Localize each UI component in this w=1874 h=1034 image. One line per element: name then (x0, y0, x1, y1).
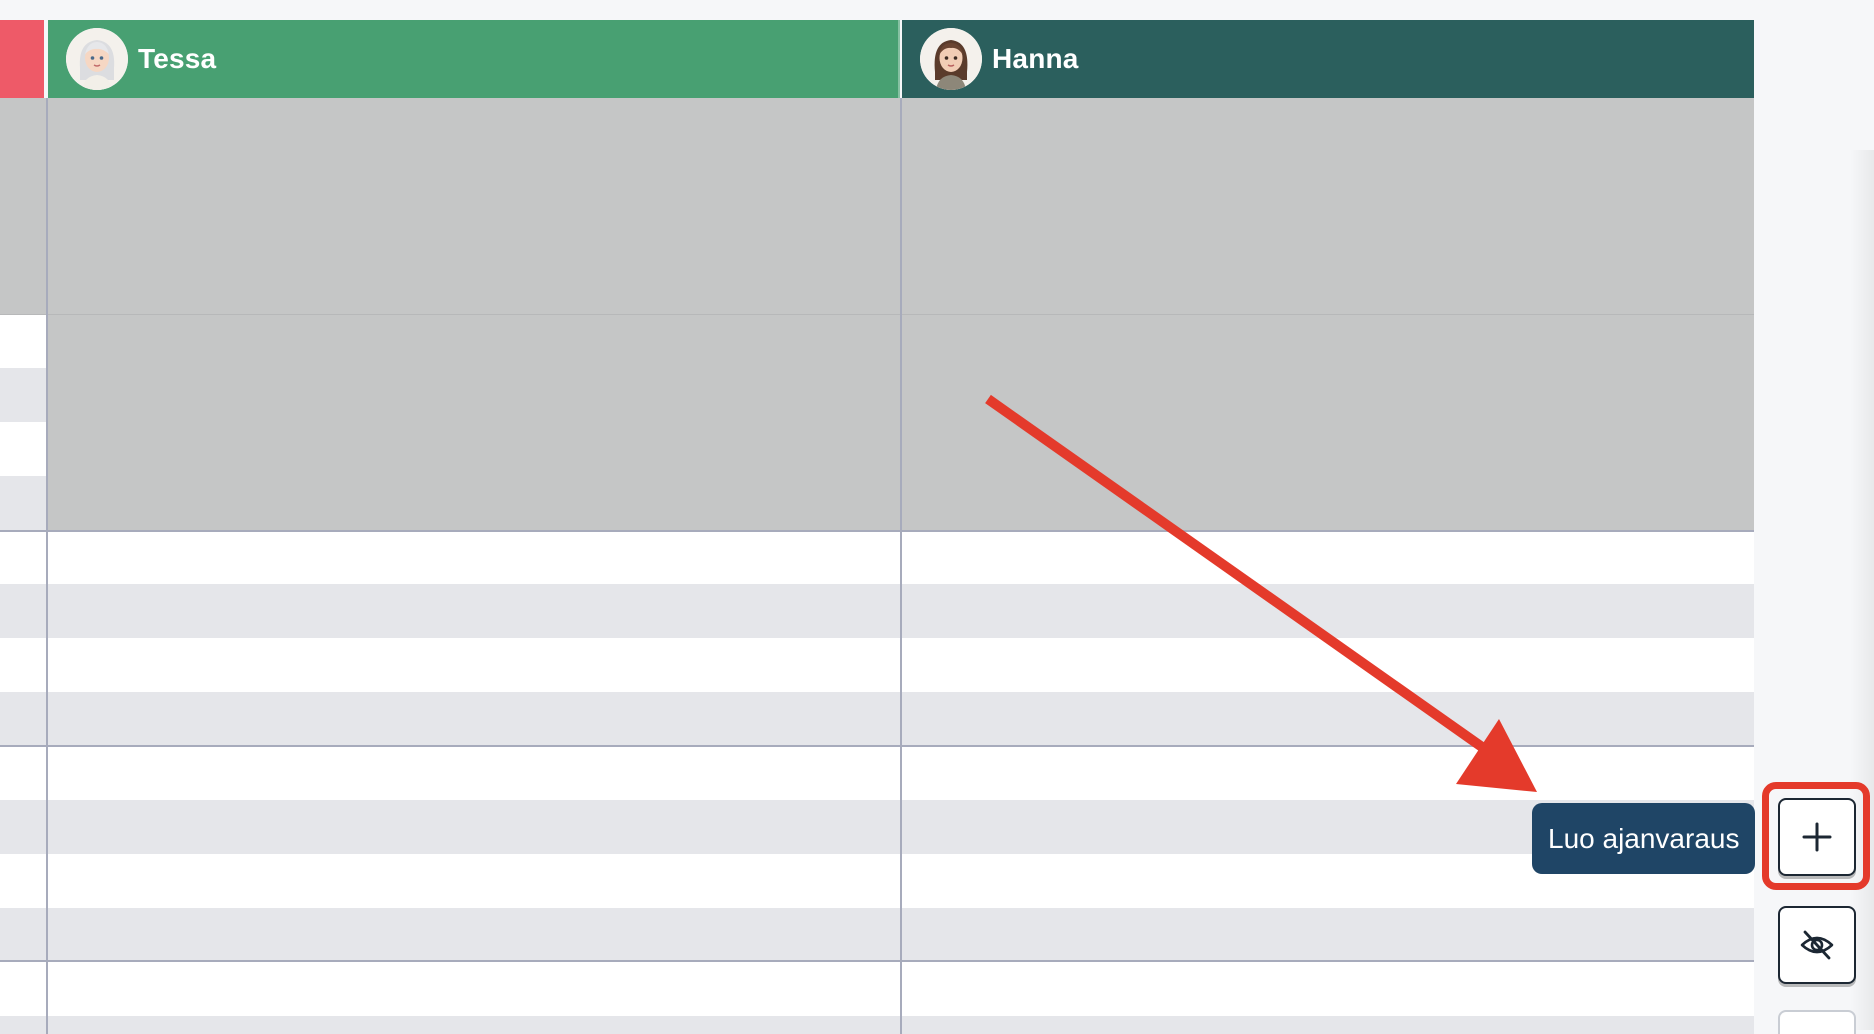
grid-divider (0, 314, 1754, 315)
avatar-tessa (66, 28, 128, 90)
column-divider (900, 98, 902, 1034)
time-slot-row[interactable] (0, 962, 1754, 1016)
time-slot-row[interactable] (0, 422, 46, 476)
time-slot-row[interactable] (0, 746, 1754, 800)
staff-name-hanna: Hanna (992, 43, 1079, 74)
calendar-page: Tessa Hanna Luo ajanvaraus (0, 0, 1874, 1034)
toolbar-button[interactable] (1778, 1010, 1856, 1034)
tooltip-text: Luo ajanvaraus (1548, 822, 1740, 854)
time-slot-row[interactable] (0, 530, 1754, 584)
time-slot-row[interactable] (0, 638, 1754, 692)
time-slot-row[interactable] (0, 1016, 1754, 1034)
toggle-visibility-button[interactable] (1778, 906, 1856, 984)
time-slot-row[interactable] (0, 800, 1754, 854)
staff-column-header-tessa[interactable]: Tessa (48, 20, 900, 98)
eye-off-icon (1800, 930, 1834, 960)
column-divider (46, 98, 48, 1034)
time-slot-row[interactable] (0, 368, 46, 422)
time-slot-row[interactable] (0, 314, 46, 368)
staff-column-header-hanna[interactable]: Hanna (902, 20, 1754, 98)
plus-icon (1802, 822, 1832, 852)
time-slot-row[interactable] (0, 584, 1754, 638)
staff-name-tessa: Tessa (138, 43, 217, 74)
hour-divider (0, 745, 1754, 747)
previous-column-header[interactable] (0, 20, 44, 98)
time-slot-row[interactable] (0, 854, 1754, 908)
add-appointment-button[interactable] (1778, 798, 1856, 876)
hour-divider (0, 530, 1754, 532)
blocked-time-area (0, 98, 1754, 314)
panel-shadow (1850, 150, 1874, 1030)
avatar-hanna (920, 28, 982, 90)
calendar-grid[interactable] (0, 98, 1754, 1034)
time-slot-row[interactable] (0, 908, 1754, 962)
time-slot-row[interactable] (0, 476, 46, 530)
right-toolbar (1754, 0, 1874, 1034)
hour-divider (0, 960, 1754, 962)
tooltip: Luo ajanvaraus (1532, 803, 1756, 874)
time-slot-row[interactable] (0, 692, 1754, 746)
